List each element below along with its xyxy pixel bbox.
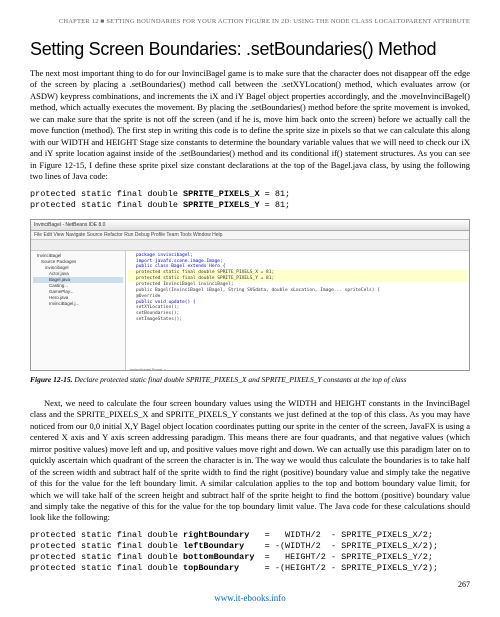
ide-toolbar: [31, 240, 469, 251]
paragraph-2: Next, we need to calculate the four scre…: [30, 398, 470, 524]
ide-code-editor: package invincibagel; import javafx.scen…: [126, 251, 469, 371]
code-block-2: protected static final double rightBound…: [30, 530, 470, 574]
section-heading: Setting Screen Boundaries: .setBoundarie…: [30, 39, 470, 60]
figure-caption: Figure 12-15. Declare protected static f…: [30, 375, 470, 384]
page-number: 267: [30, 580, 470, 589]
ide-project-tree: InvinciBagel Source Packages invincibage…: [31, 251, 126, 371]
footer-link[interactable]: www.it-ebooks.info: [30, 593, 470, 603]
code-block-1: protected static final double SPRITE_PIX…: [30, 189, 470, 211]
ide-screenshot: InvinciBagel - NetBeans IDE 8.0 File Edi…: [30, 219, 470, 371]
ide-menubar: File Edit View Navigate Source Refactor …: [31, 231, 469, 240]
ide-titlebar: InvinciBagel - NetBeans IDE 8.0: [31, 220, 469, 231]
paragraph-1: The next most important thing to do for …: [30, 68, 470, 183]
chapter-header: CHAPTER 12 ■ SETTING BOUNDARIES FOR YOUR…: [30, 18, 470, 25]
